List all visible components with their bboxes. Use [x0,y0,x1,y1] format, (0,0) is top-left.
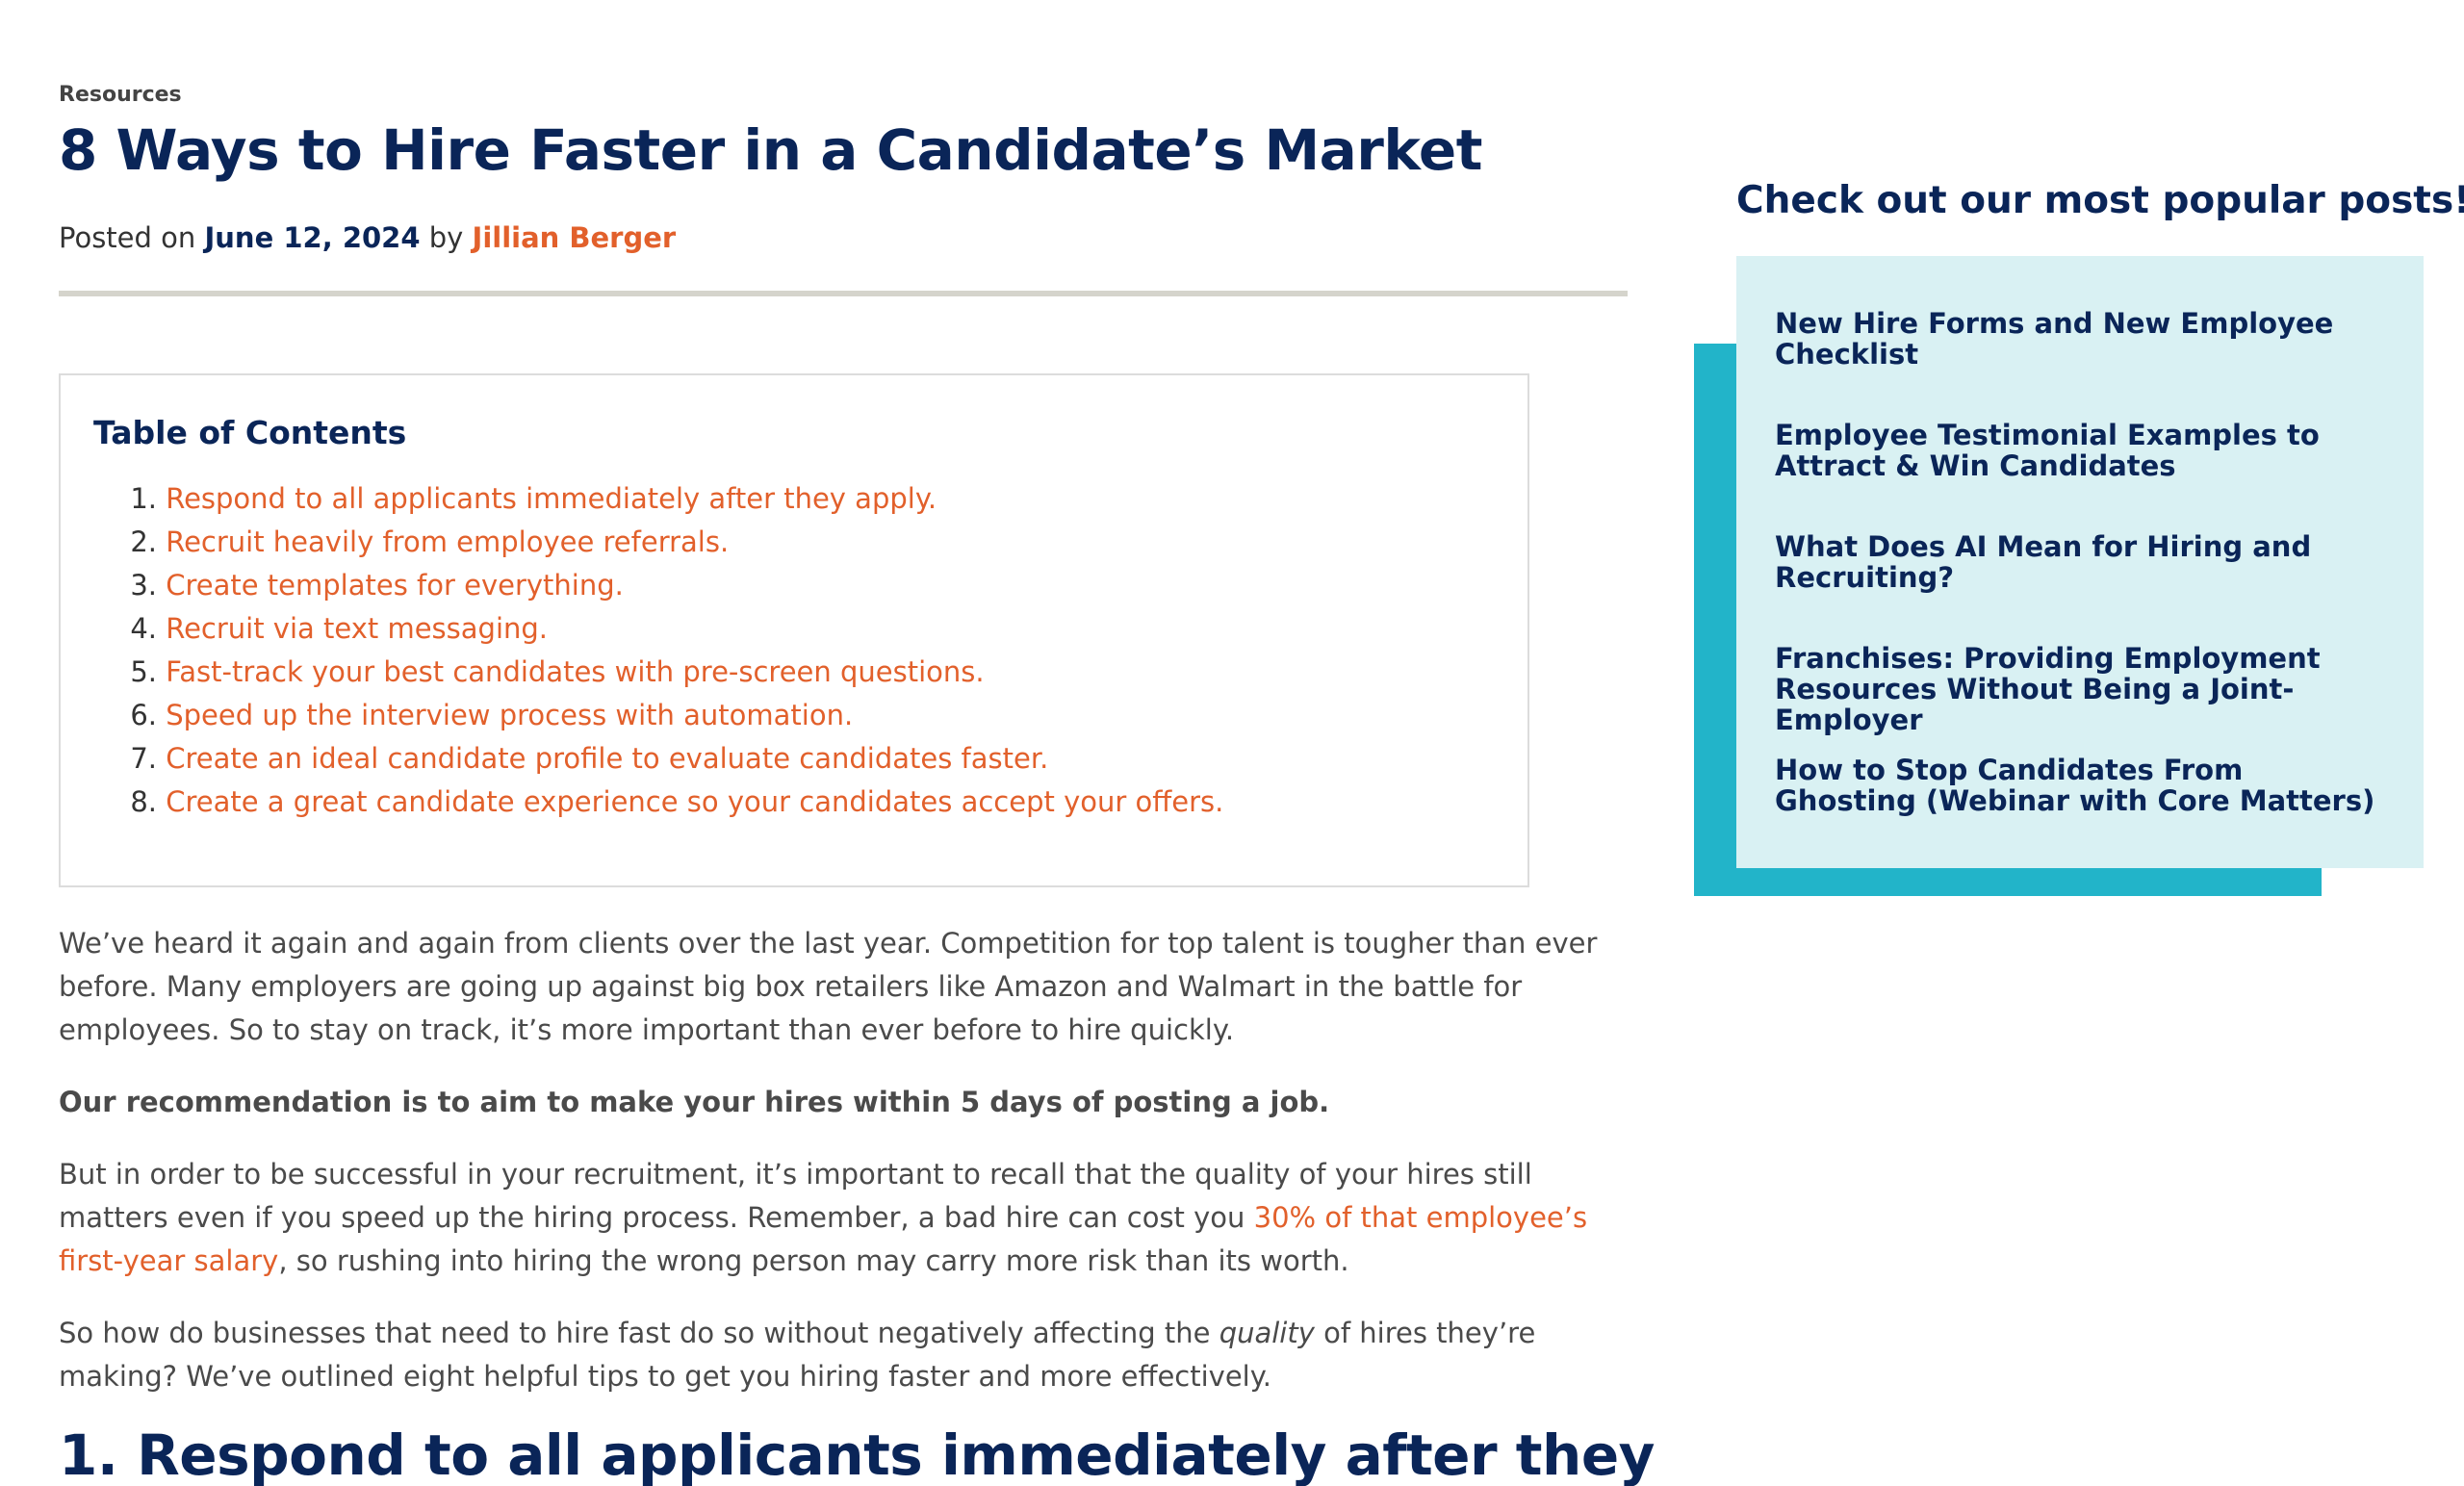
toc-item: 5. Fast-track your best candidates with … [93,651,1223,694]
toc-link[interactable]: Respond to all applicants immediately af… [166,482,937,515]
toc-item: 8. Create a great candidate experience s… [93,781,1223,824]
toc-number: 4. [130,612,157,645]
toc-title: Table of Contents [93,414,407,451]
popular-posts-box: New Hire Forms and New Employee Checklis… [1736,256,2424,868]
title-divider [59,291,1628,296]
toc-link[interactable]: Create a great candidate experience so y… [166,785,1223,818]
popular-post-link[interactable]: What Does AI Mean for Hiring and Recruit… [1775,531,2391,593]
tips-intro-paragraph: So how do businesses that need to hire f… [59,1312,1628,1398]
post-meta: Posted on June 12, 2024 by Jillian Berge… [59,221,676,254]
popular-post-item: What Does AI Mean for Hiring and Recruit… [1775,531,2391,643]
quality-paragraph: But in order to be successful in your re… [59,1153,1628,1283]
table-of-contents: Table of Contents 1. Respond to all appl… [59,373,1529,887]
toc-item: 2. Recruit heavily from employee referra… [93,521,1223,564]
by-label: by [428,221,464,254]
posted-on-label: Posted on [59,221,196,254]
paragraph-text: So how do businesses that need to hire f… [59,1317,1219,1349]
toc-item: 1. Respond to all applicants immediately… [93,477,1223,521]
toc-number: 3. [130,569,157,602]
toc-list: 1. Respond to all applicants immediately… [93,477,1223,824]
recommendation-paragraph: Our recommendation is to aim to make you… [59,1086,1330,1118]
sidebar-heading: Check out our most popular posts! [1736,179,2464,222]
toc-link[interactable]: Recruit heavily from employee referrals. [166,525,729,558]
toc-number: 1. [130,482,157,515]
popular-posts-list: New Hire Forms and New Employee Checklis… [1775,308,2391,866]
toc-number: 7. [130,742,157,775]
popular-post-link[interactable]: Franchises: Providing Employment Resourc… [1775,643,2391,735]
popular-post-item: Franchises: Providing Employment Resourc… [1775,643,2391,755]
popular-post-link[interactable]: How to Stop Candidates From Ghosting (We… [1775,755,2391,816]
category-label[interactable]: Resources [59,83,182,107]
page-title: 8 Ways to Hire Faster in a Candidate’s M… [59,117,1483,183]
section-heading: 1. Respond to all applicants immediately… [59,1422,1655,1486]
popular-post-item: How to Stop Candidates From Ghosting (We… [1775,755,2391,866]
toc-item: 3. Create templates for everything. [93,564,1223,607]
popular-post-link[interactable]: Employee Testimonial Examples to Attract… [1775,420,2391,481]
paragraph-text: , so rushing into hiring the wrong perso… [278,1244,1349,1277]
emphasis-text: quality [1219,1317,1315,1349]
toc-link[interactable]: Fast-track your best candidates with pre… [166,655,984,688]
toc-link[interactable]: Create an ideal candidate profile to eva… [166,742,1048,775]
toc-link[interactable]: Create templates for everything. [166,569,624,602]
popular-post-link[interactable]: New Hire Forms and New Employee Checklis… [1775,308,2391,370]
popular-post-item: New Hire Forms and New Employee Checklis… [1775,308,2391,420]
author-link[interactable]: Jillian Berger [473,221,677,254]
toc-number: 2. [130,525,157,558]
intro-paragraph: We’ve heard it again and again from clie… [59,927,1598,1046]
toc-number: 8. [130,785,157,818]
toc-number: 6. [130,699,157,731]
popular-post-item: Employee Testimonial Examples to Attract… [1775,420,2391,531]
toc-item: 7. Create an ideal candidate profile to … [93,737,1223,781]
toc-number: 5. [130,655,157,688]
toc-item: 4. Recruit via text messaging. [93,607,1223,651]
post-date: June 12, 2024 [204,221,421,254]
toc-item: 6. Speed up the interview process with a… [93,694,1223,737]
toc-link[interactable]: Speed up the interview process with auto… [166,699,853,731]
toc-link[interactable]: Recruit via text messaging. [166,612,548,645]
